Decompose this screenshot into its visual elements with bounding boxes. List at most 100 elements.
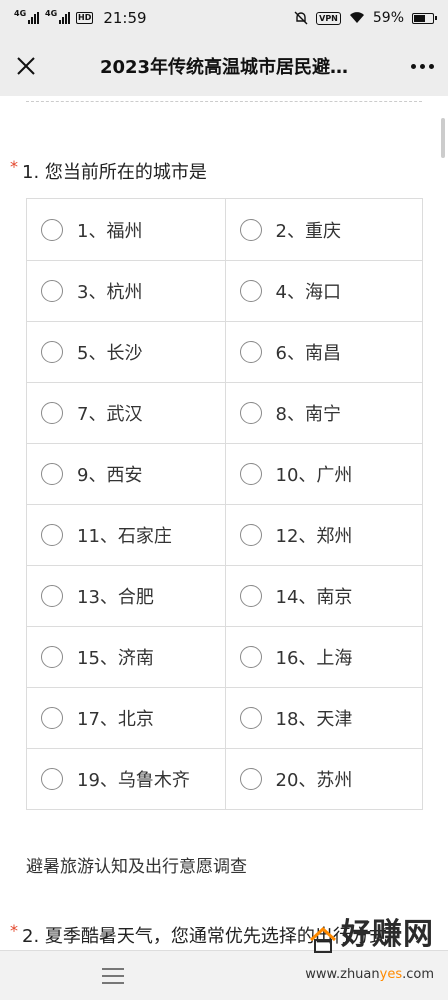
signal-label: 4G [45,9,58,18]
option-10[interactable]: 10、广州 [224,444,423,504]
radio-button[interactable] [239,280,262,302]
options-row: 7、武汉 8、南宁 [27,382,422,443]
option-label: 17、北京 [77,709,154,730]
radio-button[interactable] [239,463,262,485]
radio-button[interactable] [41,524,63,546]
required-mark: * [10,921,18,940]
required-mark: * [10,157,18,176]
option-16[interactable]: 16、上海 [224,627,423,687]
more-button[interactable] [396,36,448,96]
menu-icon[interactable] [102,967,124,984]
option-label: 5、长沙 [77,343,143,364]
vpn-badge: VPN [316,11,341,25]
status-time: 21:59 [103,9,147,27]
more-icon [410,63,416,69]
battery-percent: 59% [372,10,404,26]
divider [26,101,422,102]
options-row: 17、北京 18、天津 [27,687,422,748]
option-9[interactable]: 9、西安 [27,444,225,504]
option-12[interactable]: 12、郑州 [224,505,423,565]
option-label: 9、西安 [77,465,143,486]
wifi-icon [349,12,364,23]
title-bar: 2023年传统高温城市居民避… [0,36,448,96]
battery-icon [412,12,437,24]
radio-button[interactable] [239,341,262,363]
options-row: 9、西安 10、广州 [27,443,422,504]
radio-button[interactable] [41,341,63,363]
option-label: 19、乌鲁木齐 [77,770,190,791]
radio-button[interactable] [41,768,63,790]
radio-button[interactable] [41,585,63,607]
option-label: 10、广州 [275,465,353,486]
option-7[interactable]: 7、武汉 [27,383,225,443]
hd-icon: HD [76,12,94,24]
options-row: 19、乌鲁木齐 20、苏州 [27,748,422,809]
option-20[interactable]: 20、苏州 [224,749,423,809]
watermark-logo: 好赚网 www.zhuanyes.com [305,909,434,982]
radio-button[interactable] [41,646,63,668]
option-label: 11、石家庄 [77,526,172,547]
options-row: 15、济南 16、上海 [27,626,422,687]
question-1-text: 1. 您当前所在的城市是 [22,162,207,183]
option-1[interactable]: 1、福州 [27,199,225,260]
option-4[interactable]: 4、海口 [224,261,423,321]
signal-icon: 4G [45,9,70,24]
option-label: 12、郑州 [275,526,353,547]
option-label: 18、天津 [275,709,353,730]
bottom-bar: 好赚网 www.zhuanyes.com [0,917,448,1000]
option-17[interactable]: 17、北京 [27,688,225,748]
option-label: 20、苏州 [275,770,353,791]
close-icon [17,57,35,75]
radio-button[interactable] [239,218,262,241]
options-row: 11、石家庄 12、郑州 [27,504,422,565]
options-row: 5、长沙 6、南昌 [27,321,422,382]
radio-button[interactable] [239,402,262,424]
scrollbar[interactable] [441,118,445,158]
options-row: 3、杭州 4、海口 [27,260,422,321]
option-14[interactable]: 14、南京 [224,566,423,626]
close-button[interactable] [0,36,52,96]
house-icon [309,927,337,953]
option-8[interactable]: 8、南宁 [224,383,423,443]
option-label: 4、海口 [275,282,341,303]
radio-button[interactable] [239,646,262,668]
watermark-url: www.zhuanyes.com [305,967,434,982]
survey-content[interactable]: * 1. 您当前所在的城市是 1、福州 2、重庆 3、杭州 4、海口 5、长沙 6、南昌 7… [0,96,448,950]
option-11[interactable]: 11、石家庄 [27,505,225,565]
option-label: 1、福州 [77,220,143,242]
radio-button[interactable] [41,218,63,241]
option-6[interactable]: 6、南昌 [224,322,423,382]
question-1-title: * 1. 您当前所在的城市是 [10,158,207,184]
question-1-options: 1、福州 2、重庆 3、杭州 4、海口 5、长沙 6、南昌 7、武汉 8、南宁 9、西安 10、广… [26,198,423,810]
page-title: 2023年传统高温城市居民避… [99,57,349,78]
radio-button[interactable] [239,707,262,729]
option-13[interactable]: 13、合肥 [27,566,225,626]
option-label: 15、济南 [77,648,154,669]
radio-button[interactable] [41,280,63,302]
radio-button[interactable] [41,463,63,485]
radio-button[interactable] [239,524,262,546]
option-label: 14、南京 [275,587,353,608]
option-3[interactable]: 3、杭州 [27,261,225,321]
options-row: 13、合肥 14、南京 [27,565,422,626]
option-19[interactable]: 19、乌鲁木齐 [27,749,225,809]
radio-button[interactable] [239,585,262,607]
option-label: 8、南宁 [275,404,341,425]
section-heading: 避暑旅游认知及出行意愿调查 [26,857,247,877]
option-18[interactable]: 18、天津 [224,688,423,748]
option-5[interactable]: 5、长沙 [27,322,225,382]
option-label: 7、武汉 [77,404,143,425]
radio-button[interactable] [41,707,63,729]
watermark-text: 好赚网 [341,917,434,952]
option-15[interactable]: 15、济南 [27,627,225,687]
status-bar: 4G 4G HD 21:59 VPN 59% [0,0,448,36]
option-label: 2、重庆 [275,220,341,242]
options-row: 1、福州 2、重庆 [27,199,422,260]
option-label: 16、上海 [275,648,353,669]
radio-button[interactable] [41,402,63,424]
option-2[interactable]: 2、重庆 [224,199,423,260]
option-label: 6、南昌 [275,343,341,364]
signal-label: 4G [14,9,27,18]
radio-button[interactable] [239,768,262,790]
option-label: 13、合肥 [77,587,154,608]
